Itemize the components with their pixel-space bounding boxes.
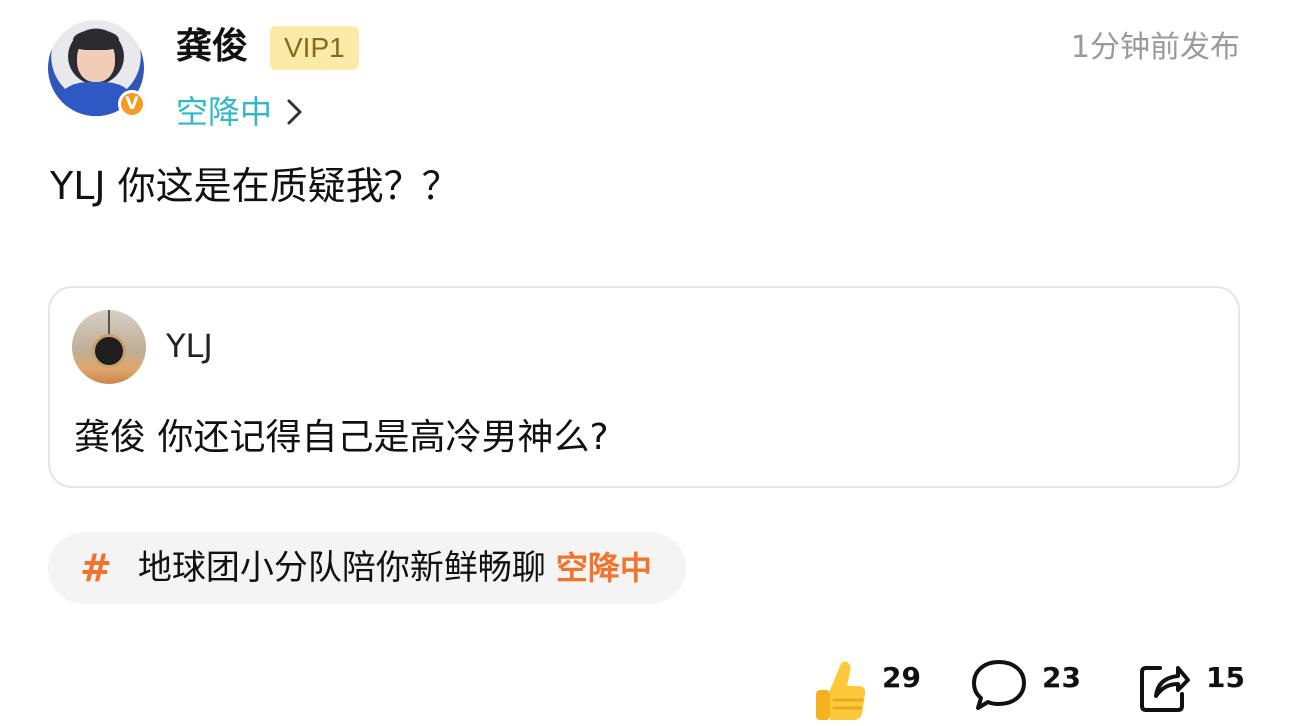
chevron-right-icon	[287, 99, 302, 125]
like-count: 29	[882, 661, 921, 694]
weibo-post: V 龚俊 VIP1 1分钟前发布 空降中 YLJ 你这是在质疑我？？ YLJ 龚…	[0, 0, 1290, 726]
post-source-link[interactable]: 空降中	[176, 90, 304, 134]
share-icon	[1140, 666, 1190, 712]
share-button[interactable]: 15	[1138, 656, 1245, 726]
vip-badge[interactable]: VIP1	[270, 26, 359, 70]
avatar-smiley	[92, 334, 126, 368]
topic-text: 地球团小分队陪你新鲜畅聊	[137, 548, 546, 588]
verified-badge-icon: V	[118, 90, 146, 118]
comment-button[interactable]: 23	[970, 656, 1081, 726]
post-timestamp: 1分钟前发布	[1070, 30, 1240, 65]
author-name[interactable]: 龚俊	[176, 22, 248, 72]
quoted-post-text: 龚俊 你还记得自己是高冷男神么?	[74, 417, 609, 458]
author-avatar[interactable]: V	[48, 20, 146, 118]
post-body-text: YLJ 你这是在质疑我？？	[50, 164, 460, 208]
like-button[interactable]: 29	[812, 656, 921, 726]
quoted-author-name[interactable]: YLJ	[166, 326, 213, 366]
post-source-label: 空降中	[176, 93, 273, 131]
topic-tag: 空降中	[555, 549, 652, 587]
share-count: 15	[1206, 661, 1245, 694]
quoted-author-avatar[interactable]	[72, 310, 146, 384]
quoted-post-card[interactable]: YLJ 龚俊 你还记得自己是高冷男神么?	[48, 286, 1240, 488]
avatar-chain	[108, 310, 110, 336]
comment-count: 23	[1042, 661, 1081, 694]
hash-icon: #	[80, 546, 112, 590]
avatar-hair	[73, 30, 119, 50]
comment-icon	[972, 660, 1026, 710]
topic-pill[interactable]: # 地球团小分队陪你新鲜畅聊 空降中	[48, 532, 686, 604]
thumbs-up-icon	[816, 661, 866, 720]
